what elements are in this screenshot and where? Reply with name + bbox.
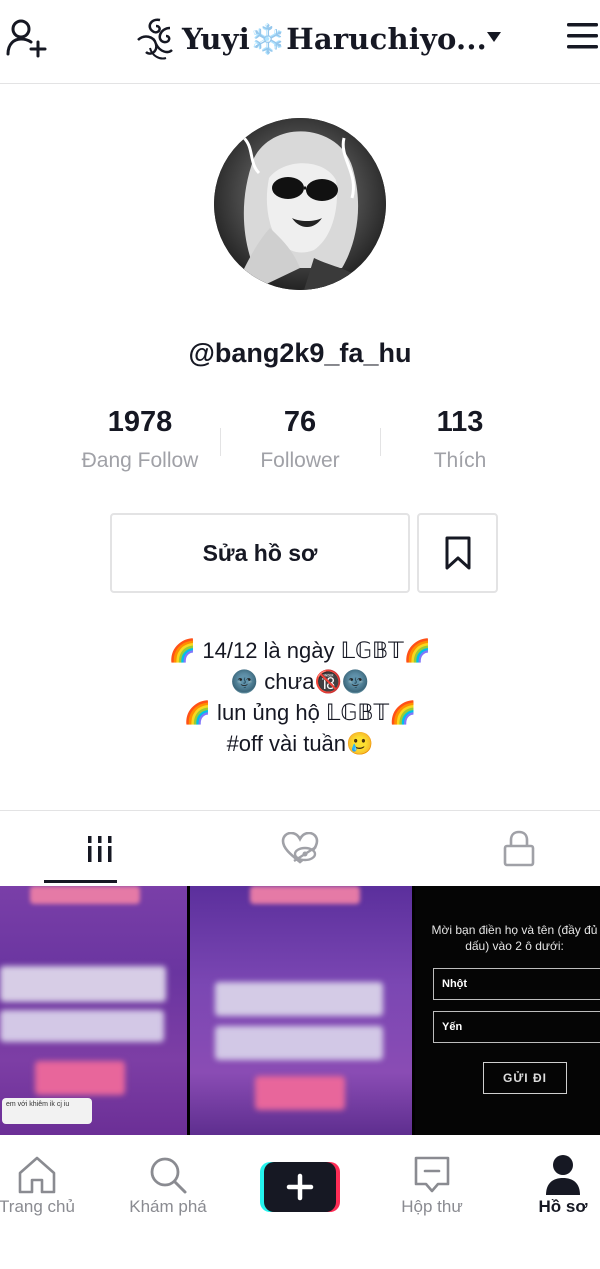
profile-tabs	[0, 810, 600, 886]
home-icon	[18, 1156, 56, 1194]
nav-inbox-label: Hộp thư	[401, 1197, 463, 1216]
stat-likes[interactable]: 113 Thích	[370, 402, 550, 480]
stat-following[interactable]: 1978 Đang Follow	[50, 402, 230, 480]
stat-followers[interactable]: 76 Follower	[210, 402, 390, 480]
bio: 🌈 14/12 là ngày 𝕃𝔾𝔹𝕋🌈 🌚 chưa🔞🌚 🌈 lun ủng…	[0, 635, 600, 759]
top-bar: Yuyi❄️Haruchiyo...	[0, 0, 600, 84]
active-tab-indicator	[44, 880, 117, 883]
inbox-icon	[414, 1156, 450, 1193]
video-thumbnail[interactable]: em với khiêm ik cj iu	[0, 886, 187, 1135]
video-caption: em với khiêm ik cj iu	[2, 1098, 92, 1124]
swirl-decoration-icon	[137, 18, 173, 60]
nav-discover-label: Khám phá	[129, 1197, 207, 1216]
profile-icon	[546, 1155, 580, 1195]
following-label: Đang Follow	[81, 449, 199, 472]
likes-label: Thích	[433, 449, 487, 472]
video-grid: em với khiêm ik cj iu Mời bạn điền họ và…	[0, 886, 600, 1135]
followers-count: 76	[283, 406, 317, 438]
bio-line: 🌚 chưa🔞🌚	[230, 669, 370, 694]
nav-inbox[interactable]: Hộp thư	[367, 1137, 497, 1227]
person-add-icon[interactable]	[4, 14, 50, 60]
caption-text: em với khiêm ik cj iu	[6, 1101, 70, 1108]
avatar[interactable]	[214, 118, 386, 290]
bookmark-icon	[445, 536, 470, 570]
video-thumbnail[interactable]: Mời bạn điền họ và tên (đầy đủ dấu) vào …	[415, 886, 600, 1135]
edit-profile-button[interactable]: Sửa hồ sơ	[110, 513, 410, 593]
profile-display-name: Yuyi❄️Haruchiyo...	[182, 21, 487, 56]
username: @bang2k9_fa_hu	[188, 338, 412, 368]
bio-line: 🌈 14/12 là ngày 𝕃𝔾𝔹𝕋🌈	[168, 638, 432, 663]
tab-private[interactable]	[419, 811, 600, 886]
lock-icon	[503, 830, 535, 866]
nav-discover[interactable]: Khám phá	[103, 1137, 233, 1227]
video-send-label: GỬI ĐI	[483, 1062, 567, 1094]
video-field: Yến	[433, 1011, 600, 1043]
likes-count: 113	[436, 406, 484, 438]
bio-line: #off vài tuần🥲	[226, 731, 374, 756]
video-field: Nhột	[433, 968, 600, 1000]
bottom-navigation: Trang chủ Khám phá Hộp thư Hồ sơ	[0, 1137, 600, 1227]
nav-profile[interactable]: Hồ sơ	[498, 1137, 600, 1227]
video-prompt-text: Mời bạn điền họ và tên (đầy đủ dấu) vào …	[431, 923, 598, 953]
following-count: 1978	[107, 406, 173, 438]
account-switcher[interactable]: Yuyi❄️Haruchiyo...	[130, 14, 510, 64]
followers-label: Follower	[260, 449, 340, 472]
bio-line: 🌈 lun ủng hộ 𝕃𝔾𝔹𝕋🌈	[183, 700, 417, 725]
bookmark-button[interactable]	[417, 513, 498, 593]
nav-profile-label: Hồ sơ	[538, 1197, 588, 1216]
hidden-heart-icon	[281, 831, 319, 864]
video-thumbnail[interactable]	[190, 886, 412, 1135]
tab-videos[interactable]	[0, 811, 200, 886]
grid-icon	[88, 835, 112, 862]
hamburger-menu-icon[interactable]	[565, 20, 599, 52]
create-video-button[interactable]	[260, 1162, 340, 1212]
nav-home[interactable]: Trang chủ	[0, 1137, 102, 1227]
search-icon	[150, 1157, 187, 1194]
chevron-down-icon[interactable]	[486, 30, 502, 42]
nav-home-label: Trang chủ	[0, 1197, 75, 1216]
tab-liked[interactable]	[200, 811, 400, 886]
